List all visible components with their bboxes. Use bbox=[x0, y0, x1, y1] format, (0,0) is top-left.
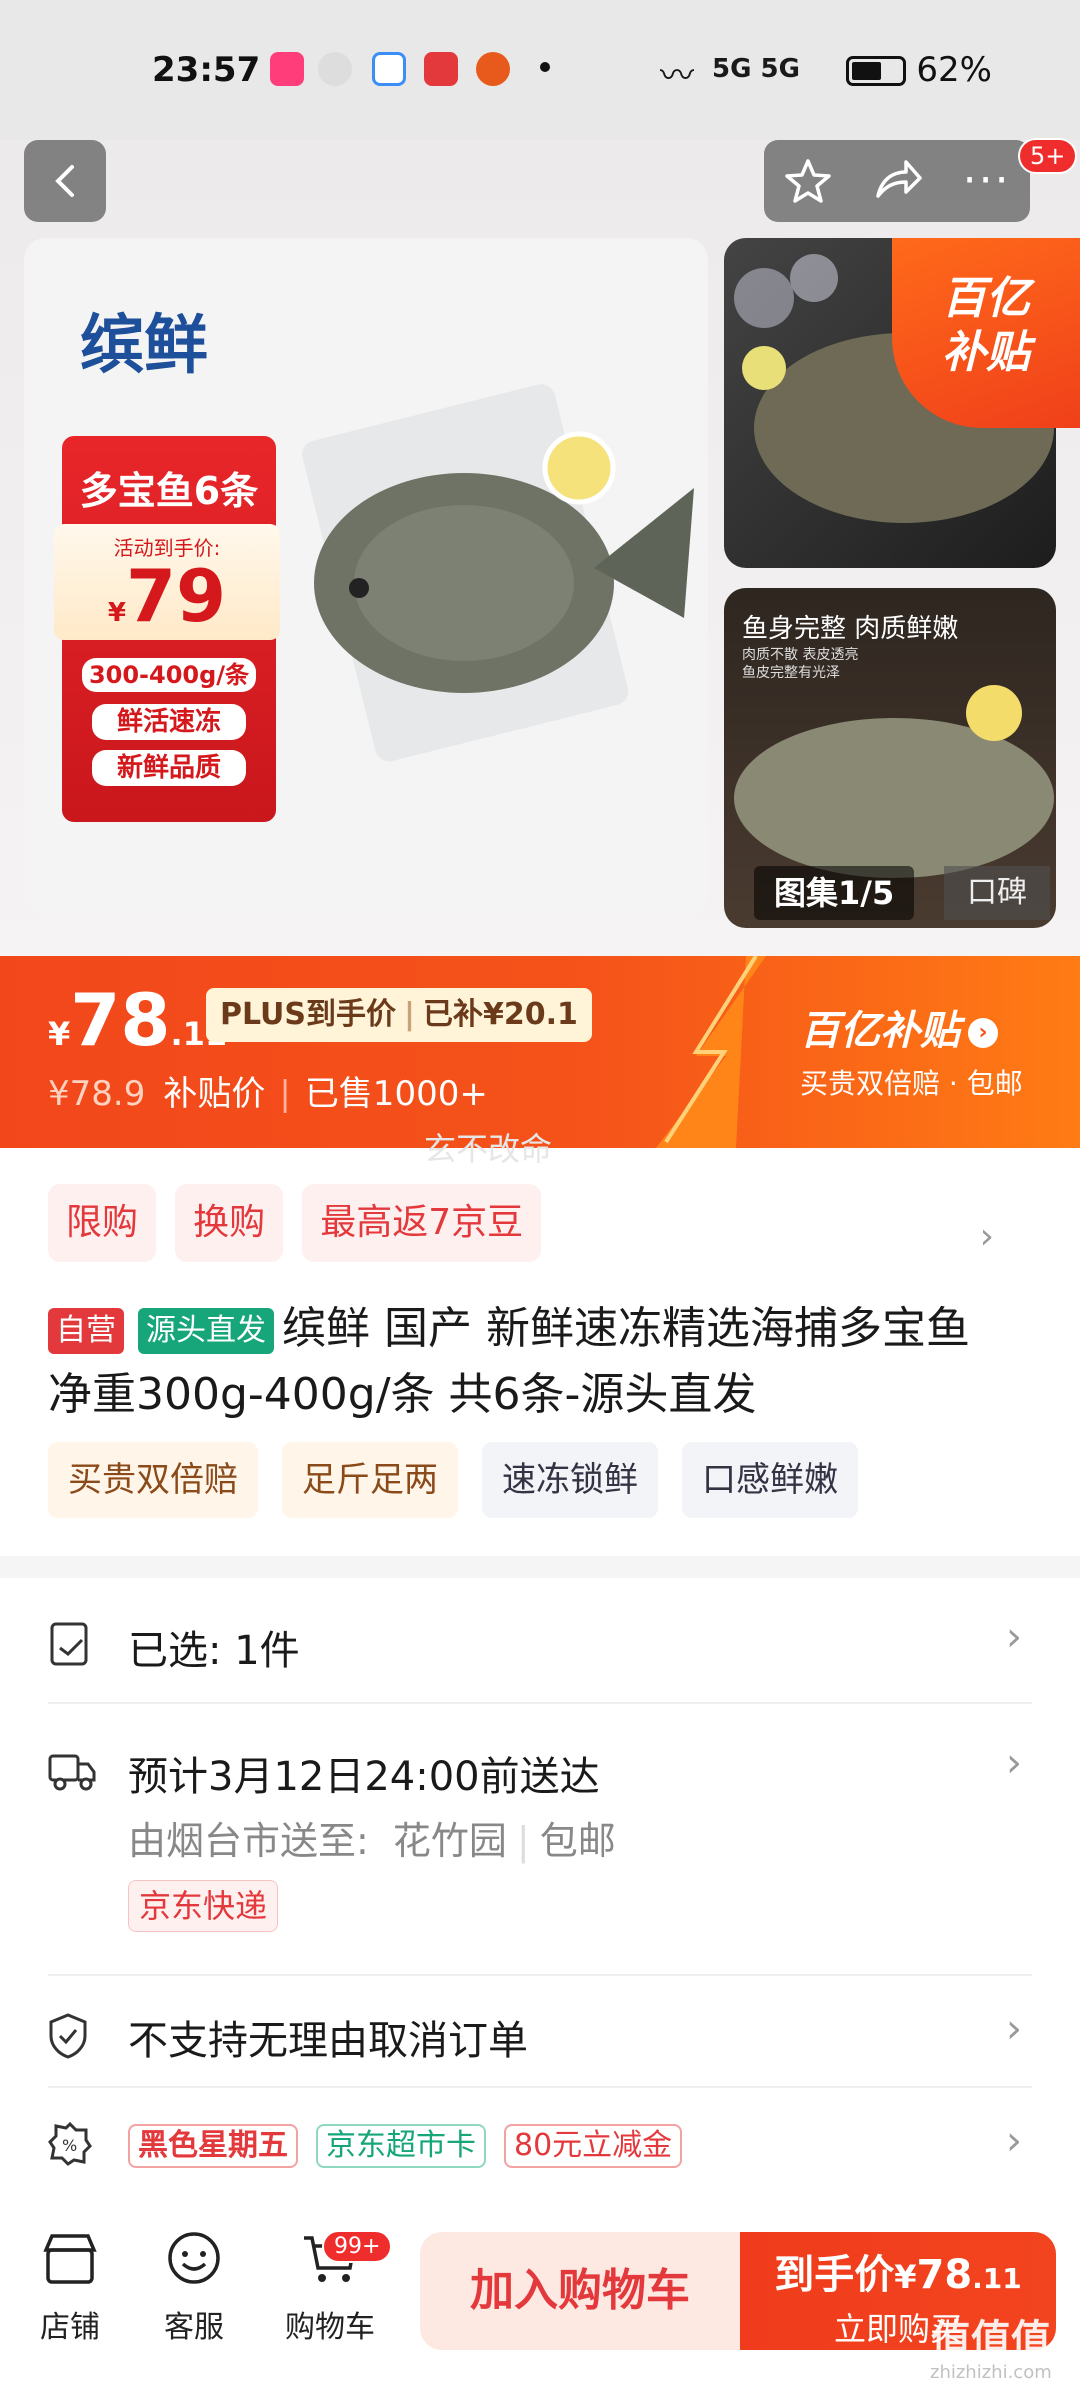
back-button[interactable] bbox=[24, 140, 106, 222]
subsidy-brand-sub: 买贵双倍赔 · 包邮 bbox=[800, 1067, 1023, 1100]
discount-icon: % bbox=[48, 2122, 92, 2166]
subsidy-brand-link[interactable]: 百亿补贴 › bbox=[800, 998, 998, 1056]
promo-tag-jingdou: 最高返7京豆 bbox=[302, 1184, 542, 1262]
chevron-right-icon: › bbox=[1006, 2006, 1022, 2052]
chevron-right-circle-icon: › bbox=[968, 1018, 998, 1048]
reviews-tab[interactable]: 口碑 bbox=[944, 866, 1050, 920]
shop-button[interactable]: 店铺 bbox=[10, 2230, 130, 2346]
chevron-right-icon: › bbox=[1006, 1614, 1022, 1660]
shield-icon bbox=[49, 2013, 87, 2059]
signal-icon: 5G 5G bbox=[712, 54, 800, 84]
promo-spec-2: 鲜活速冻 bbox=[92, 704, 246, 740]
buy-now-price: 到手价¥78.11 bbox=[774, 2252, 1022, 2298]
price-subline: ¥78.9 补贴价 | 已售1000+ bbox=[48, 1074, 488, 1114]
promo-instant-discount: 80元立减金 bbox=[504, 2124, 683, 2168]
promo-pills: 黑色星期五 京东超市卡 80元立减金 bbox=[128, 2124, 700, 2168]
taobao-icon bbox=[424, 52, 458, 86]
chevron-left-icon bbox=[55, 165, 74, 197]
clipboard-check-icon bbox=[50, 1622, 88, 1666]
feature-tag-row: 买贵双倍赔 足斤足两 速冻锁鲜 口感鲜嫩 bbox=[48, 1442, 1048, 1518]
svg-text:%: % bbox=[62, 2136, 77, 2155]
selected-spec-row[interactable]: 已选: 1件 › bbox=[48, 1578, 1032, 1704]
feature-tag-4: 口感鲜嫩 bbox=[682, 1442, 858, 1518]
feature-tag-3: 速冻锁鲜 bbox=[482, 1442, 658, 1518]
promo-tag-row[interactable]: 限购 换购 最高返7京豆 › bbox=[48, 1184, 1032, 1262]
promo-spec-1: 300-400g/条 bbox=[82, 658, 256, 692]
battery-percent: 62% bbox=[916, 50, 992, 90]
search-app-icon bbox=[372, 52, 406, 86]
promo-supermarket-card: 京东超市卡 bbox=[316, 2124, 486, 2168]
gallery-thumbnail-2[interactable]: 鱼身完整 肉质鲜嫩 肉质不散 表皮透亮 鱼皮完整有光泽 图集1/5 口碑 bbox=[724, 588, 1056, 928]
feature-tag-1: 买贵双倍赔 bbox=[48, 1442, 258, 1518]
ship-route: 由烟台市送至: 花竹园 | 包邮 bbox=[128, 1819, 616, 1863]
app-icon bbox=[476, 52, 510, 86]
subsidy-badge: 百亿 补贴 bbox=[892, 238, 1080, 428]
courier-tag: 京东快递 bbox=[128, 1880, 279, 1932]
customer-service-button[interactable]: 客服 bbox=[134, 2230, 254, 2346]
fish-image bbox=[302, 384, 694, 762]
brand-logo: 缤鲜 bbox=[80, 308, 208, 383]
source-direct-badge: 源头直发 bbox=[138, 1308, 274, 1354]
product-title: 自营 源头直发 缤鲜 国产 新鲜速冻精选海捕多宝鱼净重300g-400g/条 共6… bbox=[48, 1296, 1008, 1428]
plus-price-tag: PLUS到手价 | 已补¥20.1 bbox=[206, 988, 592, 1042]
wifi-icon: 〰 bbox=[660, 56, 694, 96]
smile-icon bbox=[168, 2232, 220, 2284]
main-product-image[interactable]: 缤鲜 多宝鱼6条 活动到手价: ¥79 300-400g/条 鲜活速冻 新鲜品质 bbox=[24, 238, 708, 916]
watermark-text: 玄不改命 bbox=[424, 1130, 553, 1168]
store-icon bbox=[43, 2234, 97, 2284]
promotions-row[interactable]: % 黑色星期五 京东超市卡 80元立减金 › bbox=[48, 2088, 1032, 2198]
section-divider bbox=[0, 1556, 1080, 1578]
feature-tag-2: 足斤足两 bbox=[282, 1442, 458, 1518]
chevron-right-icon: › bbox=[979, 1216, 994, 1257]
cancel-policy-row[interactable]: 不支持无理由取消订单 › bbox=[48, 1976, 1032, 2088]
cart-badge: 99+ bbox=[322, 2230, 393, 2263]
dot-icon bbox=[540, 62, 550, 72]
message-badge: 5+ bbox=[1018, 138, 1078, 174]
promo-price-box: 活动到手价: ¥79 bbox=[54, 524, 280, 640]
bottom-action-bar: 店铺 客服 购物车 99+ 加入购物车 到手价¥78.11 立即购买 值值值 z… bbox=[0, 2200, 1080, 2400]
star-icon[interactable] bbox=[783, 156, 833, 206]
delivery-row[interactable]: 预计3月12日24:00前送达 由烟台市送至: 花竹园 | 包邮 京东快递 › bbox=[48, 1704, 1032, 1976]
truck-icon bbox=[48, 1754, 96, 1791]
promo-spec-3: 新鲜品质 bbox=[92, 750, 246, 786]
promo-tag-exchange: 换购 bbox=[175, 1184, 284, 1262]
share-icon[interactable] bbox=[872, 156, 924, 206]
more-icon[interactable]: ··· bbox=[963, 159, 1011, 203]
status-time: 23:57 bbox=[152, 50, 261, 90]
promo-card: 多宝鱼6条 活动到手价: ¥79 300-400g/条 鲜活速冻 新鲜品质 bbox=[54, 436, 280, 822]
selected-text: 已选: 1件 bbox=[128, 1628, 300, 1674]
status-bar: 23:57 〰 5G 5G 62% bbox=[0, 0, 1080, 140]
gallery-counter: 图集1/5 bbox=[754, 866, 915, 920]
delivery-time: 预计3月12日24:00前送达 bbox=[128, 1754, 600, 1800]
chevron-right-icon: › bbox=[1006, 1740, 1022, 1786]
chevron-right-icon: › bbox=[1006, 2118, 1022, 2164]
lightning-decoration bbox=[656, 956, 766, 1148]
self-operated-badge: 自营 bbox=[48, 1308, 124, 1354]
top-action-bar: ··· bbox=[764, 140, 1030, 222]
battery-icon bbox=[846, 56, 906, 86]
current-price: ¥78.11 bbox=[48, 978, 228, 1062]
price-banner: ¥78.11 PLUS到手价 | 已补¥20.1 ¥78.9 补贴价 | 已售1000+ … bbox=[0, 956, 1080, 1148]
promo-price: ¥79 bbox=[107, 554, 227, 638]
promo-product-name: 多宝鱼6条 bbox=[79, 469, 259, 513]
cancel-policy-text: 不支持无理由取消订单 bbox=[128, 2018, 528, 2064]
add-to-cart-button[interactable]: 加入购物车 bbox=[420, 2232, 740, 2350]
app-notification-icon bbox=[270, 52, 304, 86]
site-watermark: 值值值 zhizhizhi.com bbox=[930, 2317, 1052, 2383]
wechat-icon bbox=[318, 52, 352, 86]
promo-tag-limit: 限购 bbox=[48, 1184, 157, 1262]
promo-black-friday: 黑色星期五 bbox=[128, 2124, 298, 2168]
